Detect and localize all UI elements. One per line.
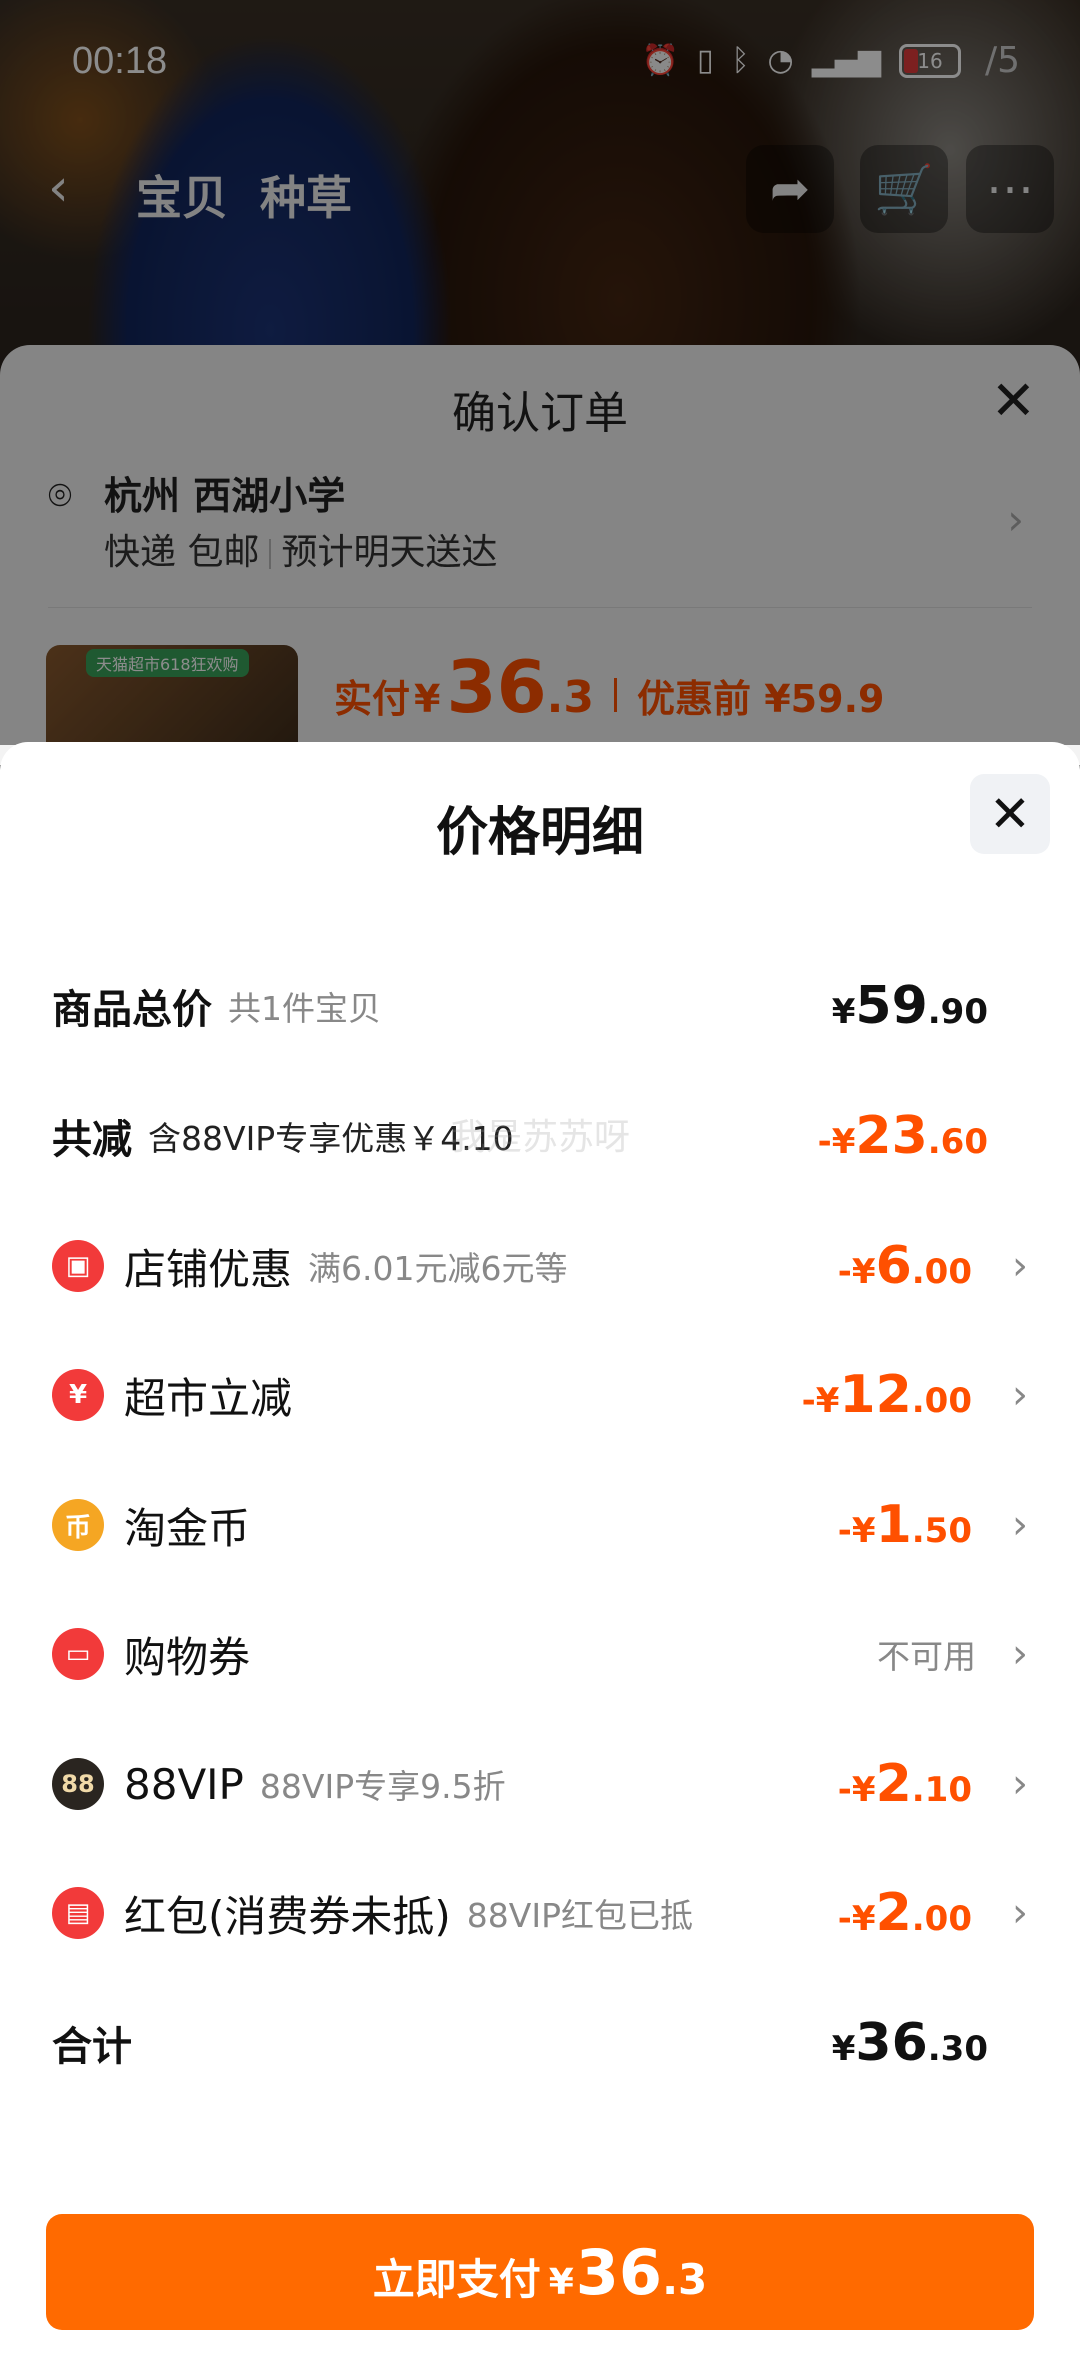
row-sub: 88VIP专享9.5折 bbox=[259, 1767, 506, 1806]
row-label: 88VIP bbox=[124, 1759, 244, 1809]
price-detail-sheet: 价格明细 ✕ 商品总价 共1件宝贝 ¥59.90 共减 含88VIP专享优惠￥4… bbox=[0, 742, 1080, 2376]
row-label: 店铺优惠 bbox=[124, 1244, 293, 1294]
row-amount: -¥ 12.00 bbox=[801, 1365, 972, 1425]
price-row-supermarket-discount[interactable]: ¥ 超市立减 -¥ 12.00 › bbox=[52, 1355, 1028, 1435]
voucher-icon: ▭ bbox=[52, 1628, 104, 1680]
price-row-taojinbi[interactable]: 币 淘金币 -¥ 1.50 › bbox=[52, 1485, 1028, 1565]
pay-button-symbol: ¥ bbox=[548, 2262, 574, 2303]
row-amount: ¥59.90 bbox=[831, 976, 988, 1036]
row-label: 合计 bbox=[52, 2024, 132, 2070]
row-sub: 满6.01元减6元等 bbox=[308, 1249, 568, 1288]
price-row-total-goods: 商品总价 共1件宝贝 ¥59.90 bbox=[52, 966, 1028, 1046]
vip-88-icon: 88 bbox=[52, 1758, 104, 1810]
price-row-shopping-voucher[interactable]: ▭ 购物券 不可用 › bbox=[52, 1614, 1028, 1694]
row-sub: 共1件宝贝 bbox=[228, 989, 381, 1028]
chevron-right-icon: › bbox=[1012, 1631, 1028, 1677]
close-icon[interactable]: ✕ bbox=[970, 774, 1050, 854]
chevron-right-icon: › bbox=[1012, 1761, 1028, 1807]
chevron-right-icon: › bbox=[1012, 1890, 1028, 1936]
red-packet-icon: ▤ bbox=[52, 1887, 104, 1939]
coupon-yen-icon: ¥ bbox=[52, 1369, 104, 1421]
shop-icon: ▣ bbox=[52, 1240, 104, 1292]
row-label: 超市立减 bbox=[124, 1373, 293, 1423]
dim-overlay[interactable] bbox=[0, 0, 1080, 745]
chevron-right-icon: › bbox=[1012, 1243, 1028, 1289]
price-row-grand-total: 合计 ¥36.30 bbox=[52, 2003, 1028, 2083]
row-amount: ¥36.30 bbox=[831, 2013, 988, 2073]
row-label: 淘金币 bbox=[124, 1503, 251, 1553]
row-amount: -¥ 2.00 bbox=[837, 1883, 972, 1943]
price-row-shop-discount[interactable]: ▣ 店铺优惠 满6.01元减6元等 -¥ 6.00 › bbox=[52, 1226, 1028, 1306]
row-amount: -¥ 6.00 bbox=[837, 1236, 972, 1296]
chevron-right-icon: › bbox=[1012, 1372, 1028, 1418]
row-status: 不可用 bbox=[877, 1637, 976, 1676]
pay-button-amount-int: 36 bbox=[575, 2236, 663, 2309]
price-row-red-packet[interactable]: ▤ 红包(消费券未抵) 88VIP红包已抵 -¥ 2.00 › bbox=[52, 1873, 1028, 1953]
row-amount: -¥ 1.50 bbox=[837, 1495, 972, 1555]
row-label: 红包(消费券未抵) bbox=[124, 1891, 451, 1941]
watermark: 我是苏苏呀 bbox=[449, 1117, 630, 1158]
row-label: 商品总价 bbox=[52, 987, 212, 1033]
coin-icon: 币 bbox=[52, 1499, 104, 1551]
pay-now-button[interactable]: 立即支付 ¥ 36 .3 bbox=[46, 2214, 1034, 2330]
chevron-right-icon: › bbox=[1012, 1502, 1028, 1548]
row-label: 购物券 bbox=[124, 1632, 251, 1682]
pay-button-amount-dec: .3 bbox=[662, 2255, 708, 2304]
price-row-88vip[interactable]: 88 88VIP 88VIP专享9.5折 -¥ 2.10 › bbox=[52, 1744, 1028, 1824]
row-sub: 88VIP红包已抵 bbox=[466, 1896, 693, 1935]
detail-title: 价格明细 bbox=[435, 803, 644, 863]
row-amount: -¥ 2.10 bbox=[837, 1754, 972, 1814]
pay-button-label: 立即支付 bbox=[372, 2255, 541, 2304]
